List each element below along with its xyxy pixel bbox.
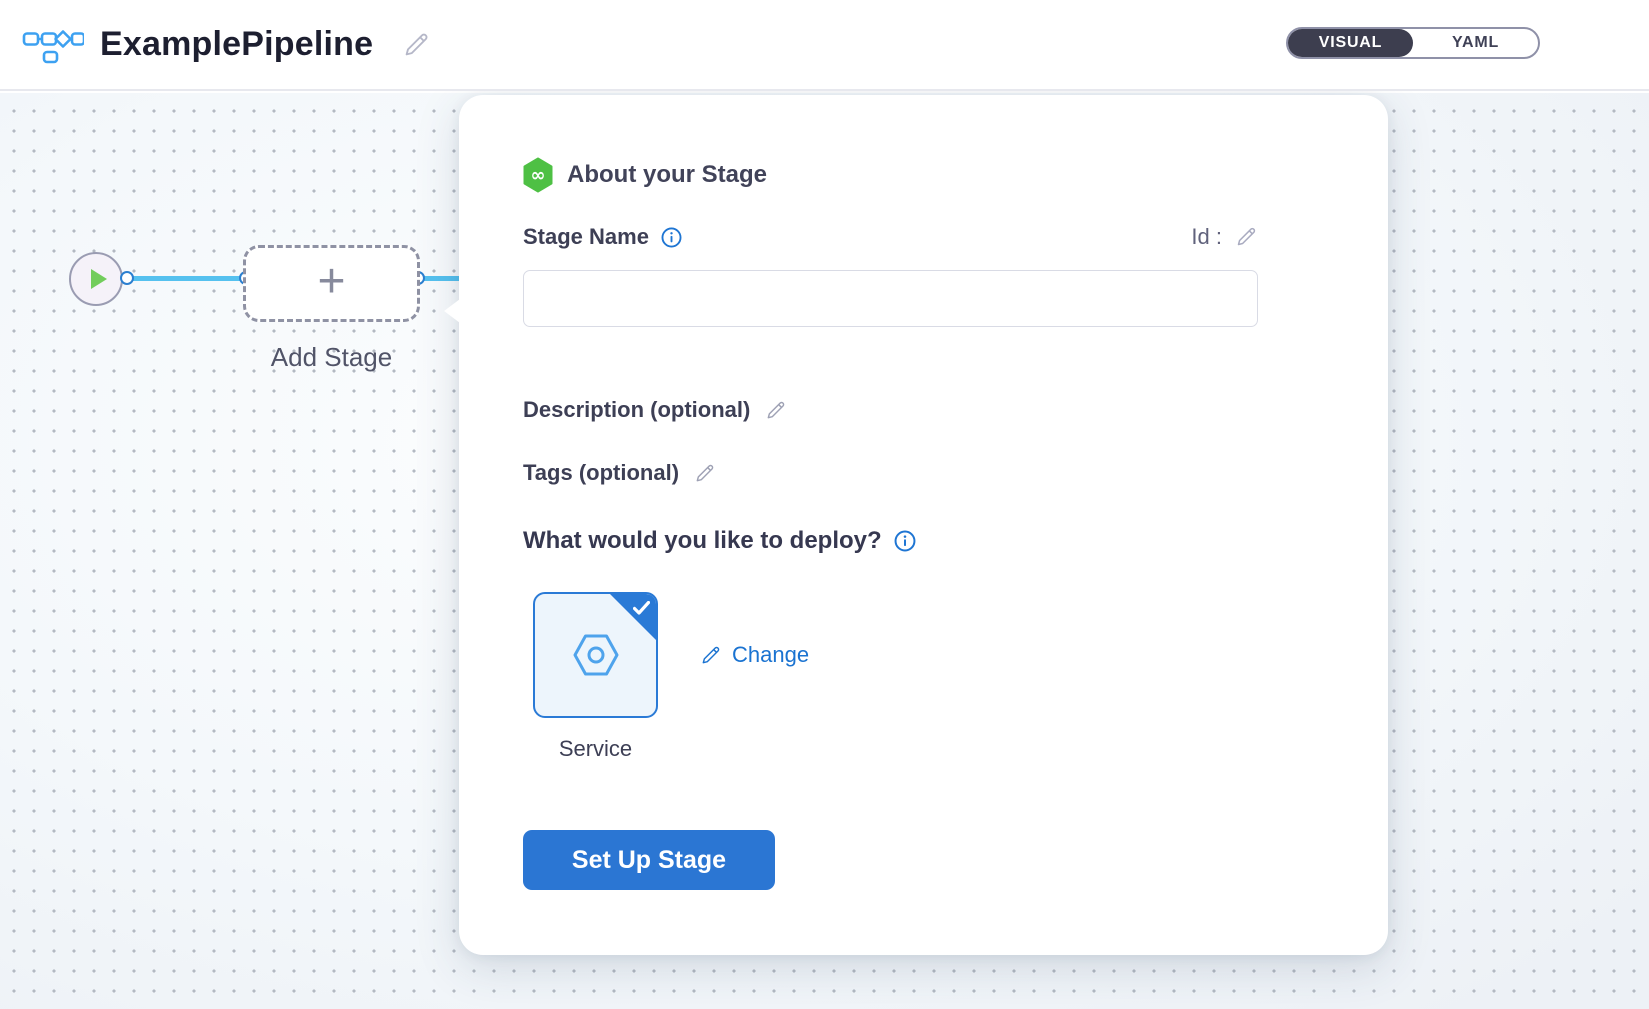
edit-pipeline-name-button[interactable] (401, 30, 431, 60)
pencil-icon (764, 399, 787, 422)
deploy-question-row: What would you like to deploy? (523, 526, 916, 556)
add-description-button[interactable] (764, 399, 787, 422)
stage-name-row: Stage Name Id : (523, 223, 1258, 251)
plus-icon: + (317, 258, 345, 306)
about-stage-panel: ∞ About your Stage Stage Name Id : (459, 95, 1388, 955)
header: ExamplePipeline VISUAL YAML (0, 0, 1649, 91)
toggle-yaml-button[interactable]: YAML (1413, 29, 1538, 57)
toggle-visual-button[interactable]: VISUAL (1288, 29, 1413, 57)
stage-name-info-icon[interactable] (661, 227, 682, 248)
view-mode-toggle: VISUAL YAML (1286, 27, 1540, 59)
page-title: ExamplePipeline (100, 25, 373, 64)
connector-port (120, 271, 134, 285)
tags-row: Tags (optional) (523, 459, 716, 487)
pencil-icon (693, 462, 716, 485)
pipeline-start-node[interactable] (69, 252, 123, 306)
add-stage-node[interactable]: + (243, 245, 420, 322)
deploy-question: What would you like to deploy? (523, 527, 882, 555)
pipeline-title-group: ExamplePipeline (22, 25, 431, 64)
deploy-question-info-icon[interactable] (894, 530, 916, 552)
change-deploy-type-link[interactable]: Change (699, 641, 809, 669)
change-label: Change (732, 642, 809, 668)
description-label: Description (optional) (523, 397, 750, 423)
deploy-stage-icon: ∞ (523, 157, 553, 193)
add-tags-button[interactable] (693, 462, 716, 485)
check-icon (633, 601, 650, 615)
description-row: Description (optional) (523, 396, 787, 424)
stage-id-label: Id : (1191, 224, 1222, 250)
tags-label: Tags (optional) (523, 460, 679, 486)
panel-caret (444, 299, 460, 323)
add-stage-label: Add Stage (243, 342, 420, 373)
pencil-icon (1234, 225, 1258, 249)
pipeline-icon (22, 26, 84, 64)
set-up-stage-button[interactable]: Set Up Stage (523, 830, 775, 890)
service-type-card[interactable] (533, 592, 658, 718)
service-card-label: Service (533, 736, 658, 762)
panel-title: About your Stage (567, 161, 767, 189)
pencil-icon (699, 644, 722, 667)
connector-line-start (126, 276, 248, 281)
svg-text:∞: ∞ (531, 165, 546, 186)
app-root: ExamplePipeline VISUAL YAML + Add Stage (0, 0, 1649, 1009)
stage-name-label: Stage Name (523, 224, 649, 250)
play-icon (91, 269, 107, 289)
stage-name-input[interactable] (523, 270, 1258, 327)
edit-stage-id-button[interactable] (1234, 225, 1258, 249)
pencil-icon (401, 30, 431, 60)
panel-title-row: ∞ About your Stage (523, 155, 767, 195)
